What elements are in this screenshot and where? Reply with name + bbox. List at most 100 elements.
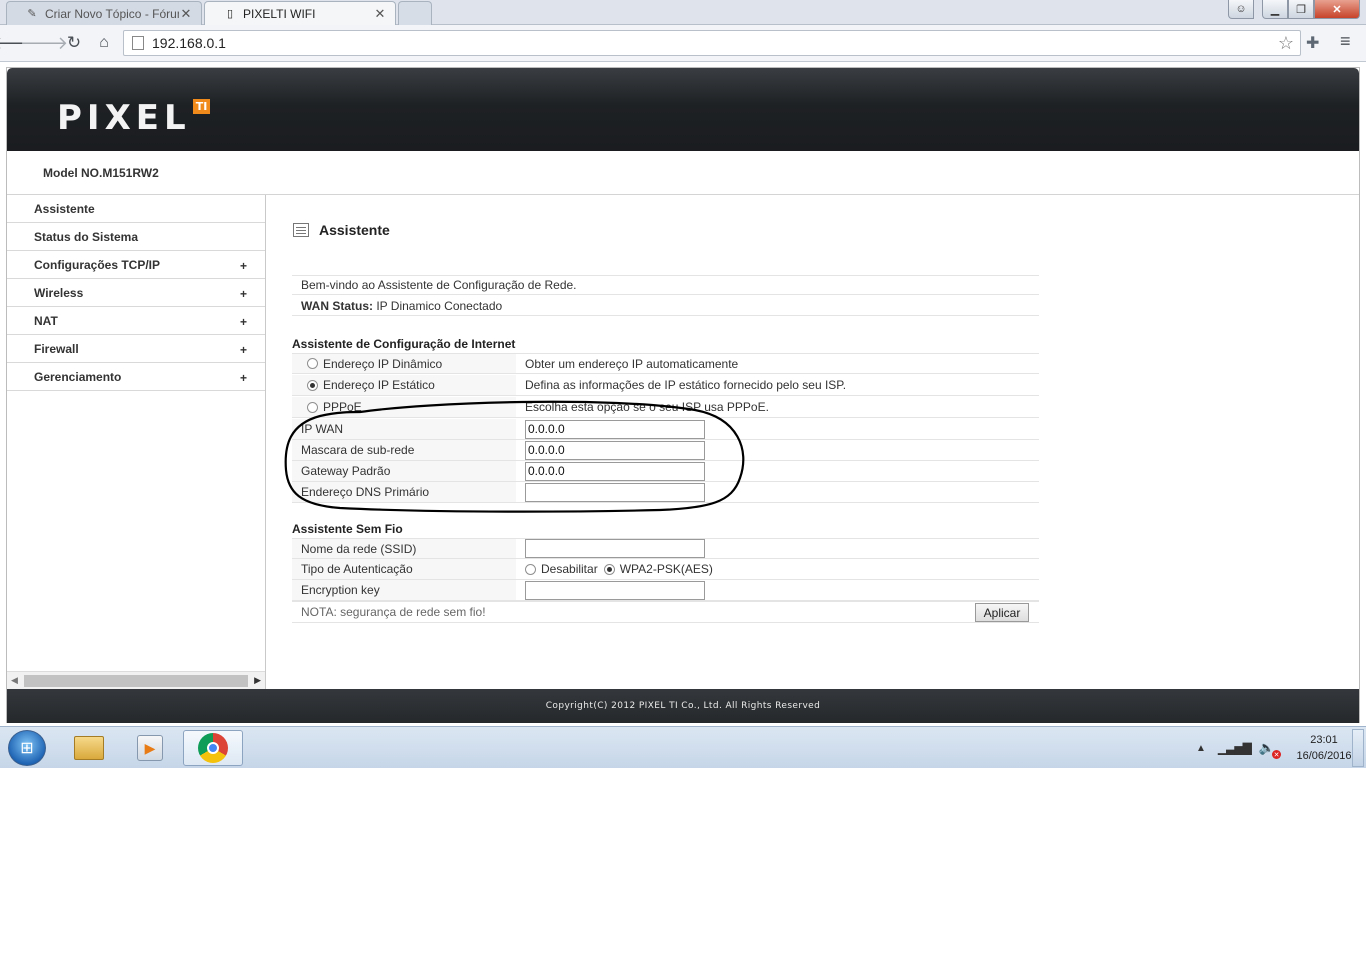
media-player-icon: ▶: [137, 735, 163, 761]
show-hidden-icons-icon[interactable]: ▲: [1196, 743, 1206, 754]
welcome-text: Bem-vindo ao Assistente de Configuração …: [301, 278, 577, 292]
address-bar[interactable]: 192.168.0.1 ☆: [123, 30, 1301, 56]
auth-type-row: Tipo de Autenticação Desabilitar WPA2-PS…: [292, 559, 1039, 580]
windows-start-button[interactable]: ⊞: [8, 730, 46, 766]
sidebar-item-label: Assistente: [34, 201, 95, 216]
model-bar: Model NO.M151RW2: [7, 151, 1359, 195]
folder-icon: [74, 736, 104, 760]
connection-type-static-row: Endereço IP Estático Defina as informaçõ…: [292, 375, 1039, 396]
network-signal-icon[interactable]: ▁▃▅▇: [1218, 741, 1252, 755]
tab-forum[interactable]: ✎ Criar Novo Tópico - Fórum ✕: [6, 1, 202, 25]
maximize-button[interactable]: ❐: [1288, 0, 1314, 19]
header-banner: PIXEL TI: [7, 68, 1359, 151]
taskbar-media-player[interactable]: ▶: [121, 730, 179, 766]
apply-button[interactable]: Aplicar: [975, 603, 1029, 622]
radio-auth-disable[interactable]: [525, 563, 536, 575]
encryption-key-input[interactable]: [525, 580, 705, 600]
radio-label: Endereço IP Dinâmico: [323, 356, 443, 371]
ssid-row: Nome da rede (SSID): [292, 538, 1039, 559]
connection-type-pppoe-row: PPPoE Escolha esta opção se o seu ISP us…: [292, 397, 1039, 418]
sidebar-horizontal-scrollbar[interactable]: ◀ ▶: [7, 671, 265, 689]
subnet-mask-input[interactable]: 0.0.0.0: [525, 440, 705, 460]
field-label: Gateway Padrão: [292, 461, 516, 481]
note-row: NOTA: segurança de rede sem fio! Aplicar: [292, 601, 1039, 623]
default-gateway-input[interactable]: 0.0.0.0: [525, 461, 705, 481]
new-tab-button[interactable]: [398, 1, 432, 25]
radio-auth-wpa2[interactable]: [603, 563, 615, 575]
security-note: NOTA: segurança de rede sem fio!: [301, 605, 486, 619]
speaker-muted-icon[interactable]: 🔈 ✕: [1259, 740, 1282, 759]
subnet-mask-row: Mascara de sub-rede 0.0.0.0: [292, 440, 1039, 461]
model-number: Model NO.M151RW2: [43, 166, 159, 180]
field-label: Endereço DNS Primário: [292, 482, 516, 502]
tab-close-icon[interactable]: ✕: [179, 6, 193, 22]
url-text[interactable]: 192.168.0.1: [152, 35, 226, 51]
radio-dynamic-ip[interactable]: [307, 358, 318, 369]
field-label: Mascara de sub-rede: [292, 440, 516, 460]
router-page: PIXEL TI Model NO.M151RW2 Assistente Sta…: [6, 67, 1360, 723]
scrollbar-thumb[interactable]: [24, 675, 248, 687]
field-label: Tipo de Autenticação: [292, 559, 516, 579]
expand-plus-icon[interactable]: +: [240, 287, 247, 301]
radio-label: Desabilitar: [541, 562, 598, 576]
ssid-input[interactable]: [525, 539, 705, 558]
taskbar-chrome[interactable]: [183, 730, 243, 766]
star-icon[interactable]: ☆: [1278, 33, 1294, 54]
tab-close-icon[interactable]: ✕: [373, 6, 387, 22]
radio-label: PPPoE: [323, 400, 362, 414]
sidebar-item-label: Status do Sistema: [34, 229, 139, 244]
logo-text: PIXEL: [57, 98, 191, 138]
field-label: Nome da rede (SSID): [292, 539, 516, 558]
sidebar-item-wireless[interactable]: Wireless +: [7, 279, 265, 307]
sidebar-item-label: Wireless: [34, 285, 84, 300]
radio-static-ip[interactable]: [307, 379, 318, 391]
reload-icon[interactable]: ↻: [62, 30, 86, 56]
close-window-button[interactable]: ✕: [1314, 0, 1360, 19]
taskbar-file-explorer[interactable]: [60, 730, 118, 766]
sidebar-item-gerenciamento[interactable]: Gerenciamento +: [7, 363, 265, 391]
sidebar-item-assistente[interactable]: Assistente: [7, 195, 265, 223]
windows-taskbar: ⊞ ▶ ▲ ▁▃▅▇ 🔈 ✕ 23:01 16/06/2016: [0, 726, 1366, 768]
expand-plus-icon[interactable]: +: [240, 371, 247, 385]
browser-toolbar: 🡐 🡒 ↻ ⌂ 192.168.0.1 ☆ ✚ ≡: [0, 25, 1366, 62]
primary-dns-input[interactable]: [525, 482, 705, 502]
chrome-icon: [198, 733, 228, 763]
sidebar-item-firewall[interactable]: Firewall +: [7, 335, 265, 363]
tab-pixelti-wifi[interactable]: ▯ PIXELTI WIFI ✕: [204, 1, 396, 25]
field-label: Encryption key: [292, 580, 516, 600]
expand-plus-icon[interactable]: +: [240, 259, 247, 273]
wan-status-row: WAN Status: IP Dinamico Conectado: [292, 296, 1039, 316]
sidebar-item-status-do-sistema[interactable]: Status do Sistema: [7, 223, 265, 251]
user-profile-icon[interactable]: ☺: [1228, 0, 1254, 19]
forward-arrow-icon[interactable]: 🡒: [20, 30, 68, 56]
home-icon[interactable]: ⌂: [92, 30, 116, 56]
scroll-right-icon[interactable]: ▶: [254, 675, 261, 686]
primary-dns-row: Endereço DNS Primário: [292, 482, 1039, 503]
wan-status-value: IP Dinamico Conectado: [376, 298, 503, 313]
clock-date: 16/06/2016: [1296, 750, 1352, 762]
sidebar-item-nat[interactable]: NAT +: [7, 307, 265, 335]
show-desktop-button[interactable]: [1352, 729, 1364, 767]
system-clock[interactable]: 23:01 16/06/2016: [1289, 732, 1359, 764]
puzzle-icon[interactable]: ✚: [1306, 33, 1319, 53]
connection-description: Escolha esta opção se o seu ISP usa PPPo…: [525, 400, 769, 414]
connection-description: Defina as informações de IP estático for…: [525, 378, 847, 392]
sidebar-menu: Assistente Status do Sistema Configuraçõ…: [7, 195, 266, 689]
expand-plus-icon[interactable]: +: [240, 315, 247, 329]
default-gateway-row: Gateway Padrão 0.0.0.0: [292, 461, 1039, 482]
radio-pppoe[interactable]: [307, 401, 318, 413]
content-header: Assistente: [293, 222, 390, 238]
radio-label: WPA2-PSK(AES): [619, 562, 713, 576]
wan-ip-input[interactable]: 0.0.0.0: [525, 419, 705, 439]
sidebar-item-label: Firewall: [34, 341, 79, 356]
expand-plus-icon[interactable]: +: [240, 343, 247, 357]
radio-label: Endereço IP Estático: [323, 378, 435, 392]
wan-status-label: WAN Status:: [301, 298, 373, 313]
minimize-button[interactable]: ▁: [1262, 0, 1288, 19]
hamburger-menu-icon[interactable]: ≡: [1340, 31, 1351, 52]
sidebar-item-configuracoes-tcpip[interactable]: Configurações TCP/IP +: [7, 251, 265, 279]
scroll-left-icon[interactable]: ◀: [11, 675, 18, 686]
wan-ip-row: IP WAN 0.0.0.0: [292, 419, 1039, 440]
main-content: Assistente Bem-vindo ao Assistente de Co…: [267, 195, 1359, 689]
connection-type-dynamic-row: Endereço IP Dinâmico Obter um endereço I…: [292, 353, 1039, 374]
